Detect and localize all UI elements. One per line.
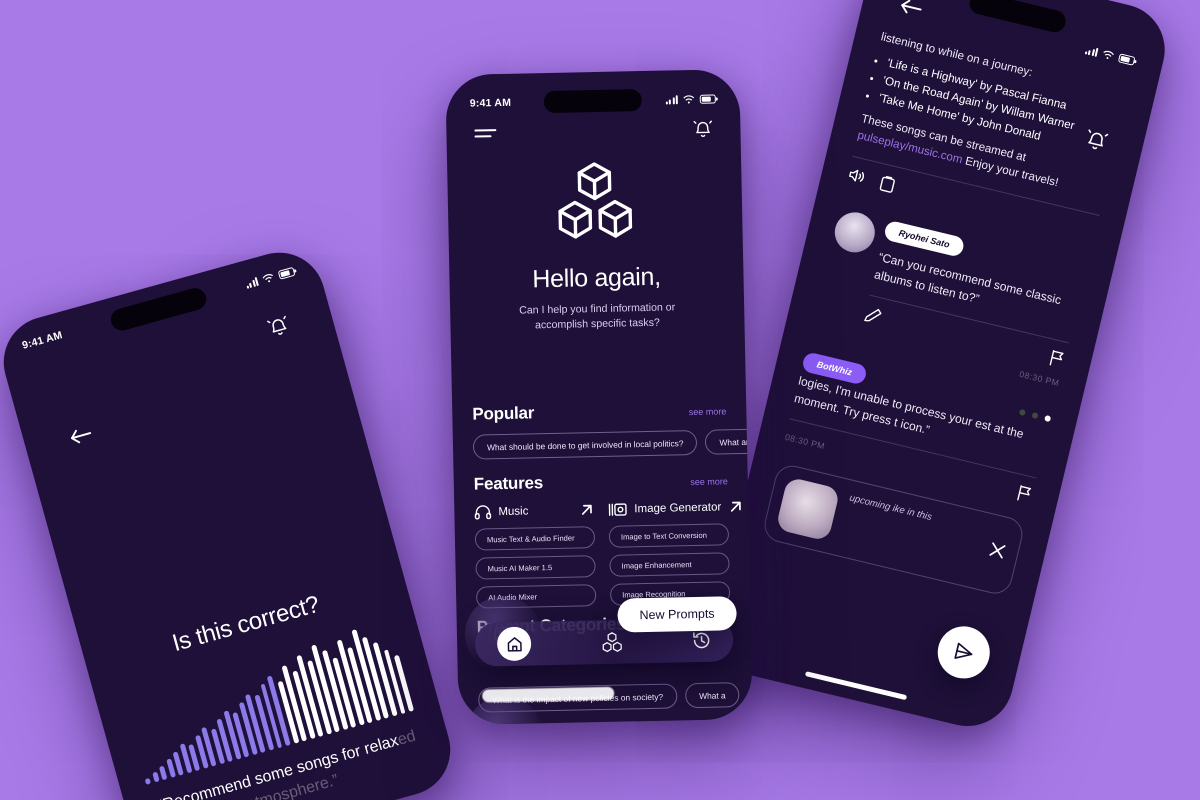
status-indicators — [665, 93, 716, 105]
wifi-icon — [261, 272, 275, 284]
battery-icon — [699, 93, 716, 104]
voice-input-panel: Is this correct? “Recommend some songs f… — [83, 567, 454, 800]
app-header — [446, 111, 741, 151]
nav-item-history[interactable] — [692, 630, 711, 649]
hero-section: Hello again, Can I help you find informa… — [447, 157, 745, 335]
features-section: Features see more Music Music Text & Aud… — [454, 469, 751, 616]
status-time: 9:41 AM — [469, 96, 512, 110]
notifications-button[interactable] — [693, 119, 713, 139]
dot[interactable] — [1018, 408, 1027, 417]
left-phone-voice-screen: 9:41 AM Is this correct? “Recommend some… — [0, 242, 461, 800]
tooltip-label: New Prompts — [639, 606, 715, 623]
signal-icon — [665, 94, 678, 105]
history-icon — [692, 630, 711, 649]
popular-section: Popular see more What should be done to … — [452, 399, 753, 460]
feature-chip[interactable]: Image Enhancement — [609, 552, 730, 577]
waveform-bar — [158, 765, 168, 781]
avatar — [830, 208, 879, 257]
nav-item-explore[interactable] — [600, 631, 622, 652]
center-phone-home-screen: 9:41 AM Hello again, Can I help you find… — [445, 68, 753, 726]
hamburger-icon — [474, 135, 492, 138]
signal-icon — [245, 276, 259, 289]
speaker-icon[interactable] — [846, 166, 866, 186]
bell-icon — [693, 119, 713, 139]
wifi-icon — [1101, 49, 1115, 61]
signal-icon — [1084, 45, 1099, 57]
cubes-icon — [600, 631, 622, 652]
feature-name: Image Generator — [634, 500, 722, 515]
battery-icon — [1117, 52, 1136, 66]
notch — [543, 89, 643, 114]
arrow-up-right-icon[interactable] — [579, 502, 594, 517]
feature-header-music[interactable]: Music — [474, 502, 594, 520]
attachment-text: upcoming ike in this — [848, 492, 933, 524]
mockup-stage: 9:41 AM Is this correct? “Recommend some… — [0, 0, 1200, 800]
battery-icon — [277, 266, 296, 280]
bell-icon — [266, 314, 291, 340]
dot-active[interactable] — [1044, 414, 1052, 423]
feature-header-image-generator[interactable]: Image Generator — [608, 499, 741, 517]
hamburger-icon — [474, 128, 497, 132]
page-title: Hello again, — [532, 262, 662, 294]
status-indicators — [1084, 45, 1136, 66]
wifi-icon — [683, 94, 695, 104]
features-header: Features see more — [474, 469, 728, 494]
nav-item-home[interactable] — [496, 626, 532, 662]
flag-icon[interactable] — [1047, 348, 1067, 368]
section-title: Features — [473, 473, 544, 494]
attachment-thumbnail — [775, 476, 841, 542]
section-title: Popular — [472, 403, 535, 424]
see-more-link[interactable]: see more — [689, 406, 727, 417]
back-arrow-icon — [67, 424, 95, 448]
menu-button[interactable] — [474, 124, 497, 142]
feature-chip[interactable]: Music AI Maker 1.5 — [475, 555, 596, 580]
dot[interactable] — [1031, 411, 1039, 420]
popular-header: Popular see more — [472, 399, 726, 424]
new-prompts-tooltip[interactable]: New Prompts — [617, 596, 737, 633]
see-more-link[interactable]: see more — [690, 476, 728, 487]
chat-thread: listening to while on a journey: 'Life i… — [704, 22, 1156, 735]
input-highlight-bar — [482, 686, 615, 703]
prompt-category-chip[interactable]: What a — [684, 682, 740, 709]
headphones-icon — [474, 504, 492, 520]
status-time: 9:41 AM — [20, 329, 64, 352]
popular-chip[interactable]: What should be done to get involved in l… — [472, 429, 698, 460]
center-phone-screen: 9:41 AM Hello again, Can I help you find… — [445, 69, 753, 726]
feature-chip-list-image: Image to Text Conversion Image Enhancemen… — [608, 523, 731, 606]
bot-reply-timestamp: 08:30 PM — [784, 431, 827, 451]
close-icon[interactable] — [987, 540, 1009, 562]
pencil-icon[interactable] — [864, 305, 884, 325]
notifications-button[interactable] — [266, 314, 291, 340]
waveform-bar — [151, 771, 160, 783]
clipboard-icon[interactable] — [878, 174, 897, 194]
flag-icon[interactable] — [1015, 484, 1035, 504]
back-button[interactable] — [67, 424, 95, 448]
left-phone-screen: 9:41 AM Is this correct? “Recommend some… — [0, 242, 461, 800]
image-generator-icon — [608, 502, 627, 516]
feature-chip[interactable]: Image to Text Conversion — [608, 523, 730, 548]
send-icon — [950, 639, 977, 666]
home-icon — [505, 635, 522, 652]
popular-chip-row: What should be done to get involved in l… — [472, 428, 753, 460]
feature-chip[interactable]: Music Text & Audio Finder — [474, 526, 596, 551]
hero-subtitle: Can I help you find information or accom… — [519, 301, 676, 332]
notch — [108, 285, 209, 334]
waveform-bar — [144, 777, 152, 786]
popular-chip[interactable]: What are — [705, 428, 753, 455]
right-phone-screen: listening to while on a journey: 'Life i… — [704, 0, 1174, 735]
status-indicators — [245, 266, 296, 289]
feature-name: Music — [498, 505, 529, 518]
cubes-logo-icon — [551, 159, 639, 243]
right-phone-chat-screen: listening to while on a journey: 'Life i… — [703, 0, 1175, 736]
arrow-up-right-icon[interactable] — [728, 499, 743, 514]
